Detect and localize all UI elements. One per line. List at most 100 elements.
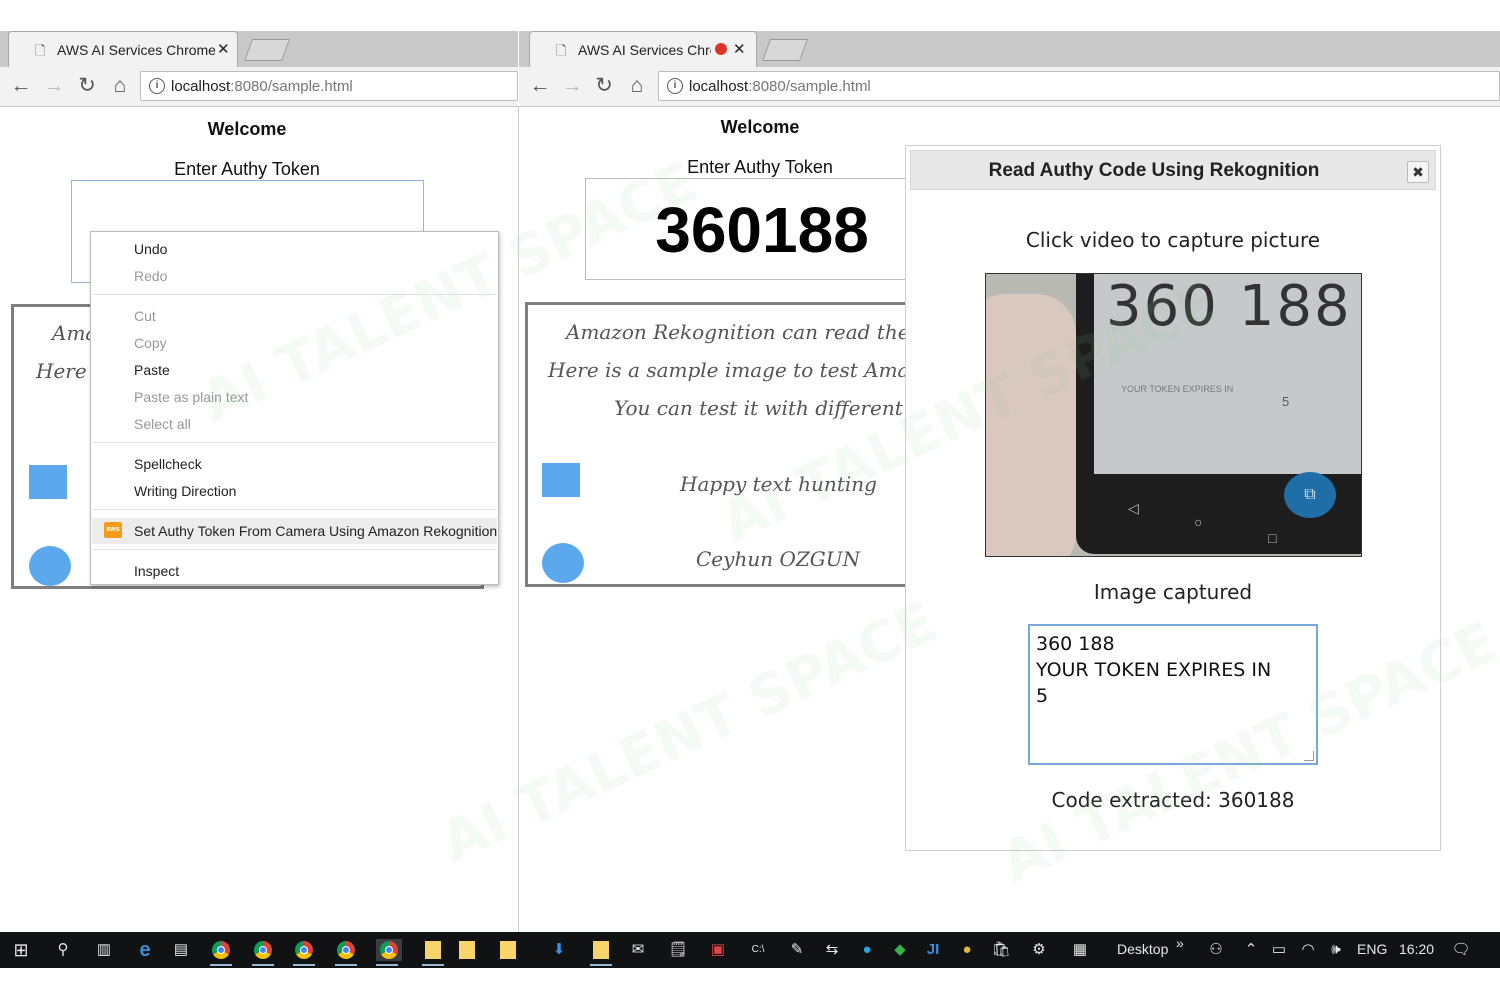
right-tab-strip: 🗋 AWS AI Services Chro ✕: [519, 31, 1500, 67]
recording-icon: [715, 43, 727, 55]
capture-instruction: Click video to capture picture: [1025, 228, 1321, 252]
blue-circle: [29, 546, 71, 586]
chrome-icon[interactable]: [376, 939, 402, 966]
sample-line: Ceyhun OZGUN: [696, 547, 861, 571]
battery-icon[interactable]: ▭: [1268, 939, 1290, 961]
rekognition-modal: Read Authy Code Using Rekognition ✖ Clic…: [905, 145, 1441, 851]
edge-icon[interactable]: e: [134, 939, 156, 961]
chrome-icon[interactable]: [293, 939, 315, 966]
ocr-result-textarea[interactable]: 360 188 YOUR TOKEN EXPIRES IN 5: [1028, 624, 1318, 765]
chrome-icon[interactable]: [335, 939, 357, 966]
language-indicator[interactable]: ENG: [1357, 941, 1387, 957]
folder-icon[interactable]: [456, 939, 478, 961]
context-menu: Undo Redo Cut Copy Paste Paste as plain …: [90, 231, 499, 585]
volume-icon[interactable]: 🕪: [1325, 939, 1347, 961]
forward-icon[interactable]: →: [41, 74, 67, 98]
chrome-icon[interactable]: [252, 939, 274, 966]
mail-icon[interactable]: ✉: [627, 939, 649, 961]
menu-item-set-authy-token[interactable]: Set Authy Token From Camera Using Amazon…: [134, 523, 497, 539]
token-input[interactable]: 360188: [585, 178, 925, 280]
clock[interactable]: 16:20: [1399, 941, 1434, 957]
right-browser-tab[interactable]: 🗋 AWS AI Services Chro ✕: [529, 31, 757, 67]
menu-item-spellcheck[interactable]: Spellcheck: [134, 456, 202, 472]
notes-icon[interactable]: 🗒: [667, 939, 689, 961]
sample-line: Here is a sample image to test Amazon Re…: [548, 358, 922, 382]
store-icon[interactable]: 🛍: [990, 939, 1012, 961]
task-view-icon[interactable]: ▥: [93, 939, 115, 961]
toolbar-chevron-icon[interactable]: »: [1176, 935, 1184, 951]
desktop-toolbar-label[interactable]: Desktop: [1117, 941, 1168, 957]
reload-icon[interactable]: ↻: [591, 74, 617, 98]
messenger-icon[interactable]: ●: [856, 939, 878, 961]
hand: [986, 294, 1076, 556]
search-icon[interactable]: ⚲: [52, 939, 74, 961]
menu-item-redo[interactable]: Redo: [134, 268, 167, 284]
folder-icon[interactable]: [497, 939, 519, 961]
chrome-icon[interactable]: [210, 939, 232, 966]
wifi-icon[interactable]: ◠: [1297, 939, 1319, 961]
back-icon[interactable]: ←: [8, 74, 34, 98]
notepad-icon[interactable]: ▤: [170, 939, 192, 961]
settings-icon[interactable]: ⚙: [1028, 939, 1050, 961]
tab-title: AWS AI Services Chro: [578, 42, 711, 58]
address-bar[interactable]: i localhost:8080/sample.html: [140, 71, 518, 101]
menu-item-writing-direction[interactable]: Writing Direction: [134, 483, 236, 499]
nav-recent-icon: □: [1268, 530, 1277, 546]
left-browser-tab[interactable]: 🗋 AWS AI Services Chrome ✕: [8, 31, 238, 67]
watermark-text: AI TALENT SPACE: [431, 589, 947, 876]
new-tab-button[interactable]: [243, 39, 291, 61]
app-icon[interactable]: ▦: [1069, 939, 1091, 961]
info-icon[interactable]: i: [149, 78, 165, 94]
new-tab-button[interactable]: [761, 39, 809, 61]
app-icon[interactable]: ✎: [786, 939, 808, 961]
tab-title: AWS AI Services Chrome: [57, 42, 215, 58]
blue-square: [29, 465, 67, 499]
folder-icon[interactable]: [422, 939, 444, 966]
menu-item-copy[interactable]: Copy: [134, 335, 167, 351]
windows-taskbar: ⊞ ⚲ ▥ e ▤ ⬇ ✉ 🗒 ▣ C:\ ✎ ⇆ ● ◆ JI ● 🛍 ⚙ ▦…: [0, 932, 1500, 968]
app-icon[interactable]: ◆: [889, 939, 911, 961]
app-icon[interactable]: ⇆: [821, 939, 843, 961]
menu-separator: [92, 549, 497, 550]
terminal-icon[interactable]: C:\: [747, 939, 769, 961]
menu-item-undo[interactable]: Undo: [134, 241, 167, 257]
url-text: localhost:8080/sample.html: [689, 78, 871, 95]
start-icon[interactable]: ⊞: [10, 939, 32, 961]
resize-grip-icon[interactable]: [1304, 751, 1314, 761]
menu-separator: [92, 509, 497, 510]
download-icon[interactable]: ⬇: [548, 939, 570, 961]
app-icon[interactable]: ●: [956, 939, 978, 961]
home-icon[interactable]: ⌂: [624, 74, 650, 98]
modal-close-button[interactable]: ✖: [1407, 161, 1429, 183]
menu-item-paste[interactable]: Paste: [134, 362, 170, 378]
page-icon: 🗋: [35, 43, 46, 58]
tab-close-icon[interactable]: ✕: [733, 40, 746, 58]
camera-video[interactable]: 360 188 YOUR TOKEN EXPIRES IN 5 ⧉ ◁ ○ □: [985, 273, 1362, 557]
notification-icon[interactable]: 🗨: [1450, 939, 1472, 961]
menu-item-paste-plain[interactable]: Paste as plain text: [134, 389, 248, 405]
jetbrains-icon[interactable]: JI: [922, 939, 944, 961]
url-text: localhost:8080/sample.html: [171, 78, 353, 95]
folder-icon[interactable]: [590, 939, 612, 966]
forward-icon[interactable]: →: [559, 74, 585, 98]
info-icon[interactable]: i: [667, 78, 683, 94]
reload-icon[interactable]: ↻: [74, 74, 100, 98]
welcome-heading: Welcome: [207, 119, 287, 139]
blue-square: [542, 463, 580, 497]
menu-item-select-all[interactable]: Select all: [134, 416, 191, 432]
address-bar[interactable]: i localhost:8080/sample.html: [658, 71, 1500, 101]
tray-up-icon[interactable]: ⌃: [1240, 939, 1262, 961]
video-expires-label: YOUR TOKEN EXPIRES IN: [1121, 384, 1234, 394]
sample-line: You can test it with different images: [614, 396, 922, 420]
back-icon[interactable]: ←: [527, 74, 553, 98]
video-code: 360 188: [1106, 274, 1352, 339]
menu-item-cut[interactable]: Cut: [134, 308, 156, 324]
people-icon[interactable]: ⚇: [1205, 939, 1227, 961]
welcome-heading: Welcome: [720, 117, 800, 137]
app-icon[interactable]: ▣: [707, 939, 729, 961]
token-prompt: Enter Authy Token: [174, 159, 320, 179]
menu-item-inspect[interactable]: Inspect: [134, 563, 179, 579]
modal-title: Read Authy Code Using Rekognition: [988, 160, 1320, 181]
home-icon[interactable]: ⌂: [107, 74, 133, 98]
tab-close-icon[interactable]: ✕: [217, 40, 230, 58]
